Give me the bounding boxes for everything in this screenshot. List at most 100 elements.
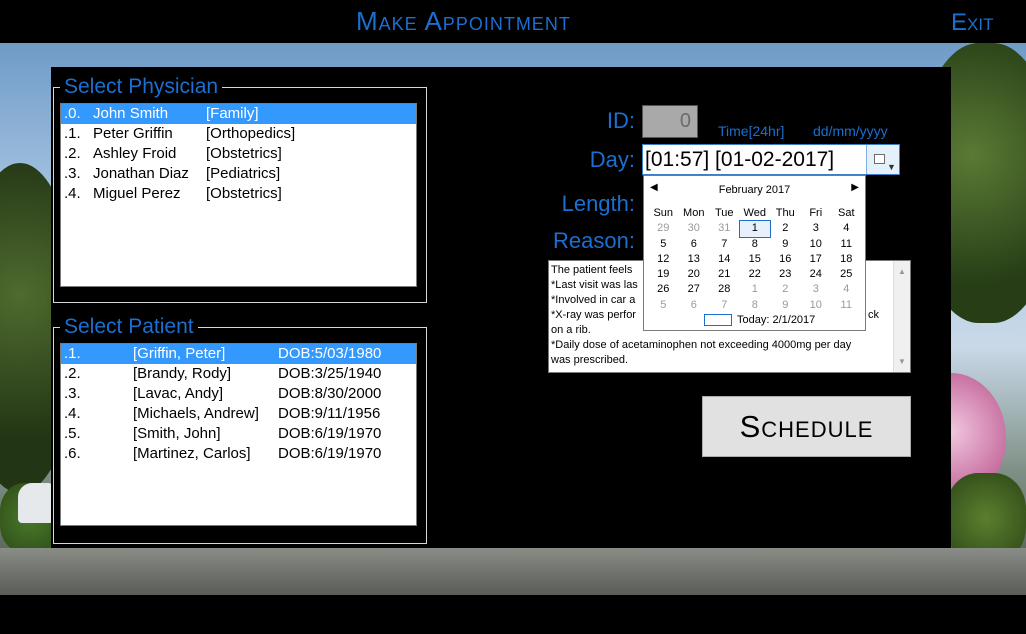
physician-name: John Smith	[93, 105, 169, 122]
calendar-day[interactable]: 8	[740, 237, 771, 252]
calendar-day[interactable]: 19	[648, 267, 679, 282]
physician-specialty: [Orthopedics]	[206, 125, 296, 142]
calendar-next-month-icon[interactable]: ▶	[851, 182, 859, 193]
calendar-day[interactable]: 3	[801, 282, 832, 297]
calendar-day[interactable]: 30	[679, 221, 710, 236]
calendar-day[interactable]: 13	[679, 252, 710, 267]
reason-scrollbar[interactable]: ▲ ▼	[893, 261, 910, 372]
patient-list-item[interactable]: .4. [Michaels, Andrew] DOB:9/11/1956	[61, 404, 416, 424]
id-label: ID:	[606, 108, 635, 133]
physician-name: Miguel Perez	[93, 185, 181, 202]
physician-name: Ashley Froid	[93, 145, 177, 162]
calendar-day[interactable]: 6	[679, 298, 710, 313]
calendar-day[interactable]: 4	[831, 282, 862, 297]
patient-list-item[interactable]: .2. [Brandy, Rody] DOB:3/25/1940	[61, 364, 416, 384]
calendar-day[interactable]: 12	[648, 252, 679, 267]
calendar-day[interactable]: 27	[679, 282, 710, 297]
calendar-day[interactable]: 5	[648, 237, 679, 252]
physician-specialty: [Family]	[206, 105, 259, 122]
calendar-weekday: Sat	[837, 207, 855, 219]
calendar-day[interactable]: 16	[770, 252, 801, 267]
background-road	[0, 548, 1026, 595]
calendar-day[interactable]: 24	[801, 267, 832, 282]
patient-name: [Brandy, Rody]	[133, 365, 232, 382]
chevron-down-icon: ▼	[887, 162, 896, 172]
calendar-day[interactable]: 6	[679, 237, 710, 252]
calendar-day[interactable]: 23	[770, 267, 801, 282]
calendar-day[interactable]: 9	[770, 298, 801, 313]
calendar-day[interactable]: 20	[679, 267, 710, 282]
patient-list-item[interactable]: .6. [Martinez, Carlos] DOB:6/19/1970	[61, 444, 416, 464]
calendar-day[interactable]: 2	[770, 282, 801, 297]
calendar-day[interactable]: 18	[831, 252, 862, 267]
calendar-popup[interactable]: ◀ February 2017 ▶ Sun Mon Tue Wed Thu Fri Sat 2…	[643, 175, 866, 331]
physician-list-item[interactable]: .0. John Smith [Family]	[61, 104, 416, 124]
schedule-button[interactable]: Schedule	[702, 396, 911, 457]
calendar-week-row: 12 13 14 15 16 17 18	[648, 252, 862, 267]
calendar-day[interactable]: 5	[648, 298, 679, 313]
patient-list-item[interactable]: .5. [Smith, John] DOB:6/19/1970	[61, 424, 416, 444]
calendar-day[interactable]: 31	[709, 221, 740, 236]
calendar-day[interactable]: 7	[709, 298, 740, 313]
day-datetime-picker[interactable]: [01:57] [01-02-2017] ▼	[642, 144, 900, 175]
day-label: Day:	[589, 147, 635, 172]
patient-index: .3.	[64, 385, 81, 402]
physician-specialty: [Obstetrics]	[206, 185, 282, 202]
calendar-weekday-row: Sun Mon Tue Wed Thu Fri Sat	[648, 206, 862, 221]
calendar-month-label[interactable]: February 2017	[644, 184, 865, 196]
calendar-day[interactable]: 8	[740, 298, 771, 313]
calendar-day[interactable]: 3	[801, 221, 832, 236]
calendar-week-row: 5 6 7 8 9 10 11	[648, 298, 862, 313]
calendar-day[interactable]: 1	[740, 282, 771, 297]
calendar-day[interactable]: 11	[831, 298, 862, 313]
calendar-day[interactable]: 2	[770, 221, 801, 236]
physician-index: .0.	[64, 105, 81, 122]
physician-legend: Select Physician	[64, 75, 219, 98]
patient-index: .6.	[64, 445, 81, 462]
physician-list-item[interactable]: .4. Miguel Perez [Obstetrics]	[61, 184, 416, 204]
calendar-dropdown-button[interactable]: ▼	[866, 145, 899, 174]
calendar-day[interactable]: 26	[648, 282, 679, 297]
scroll-down-icon[interactable]: ▼	[898, 354, 906, 369]
physician-list-item[interactable]: .3. Jonathan Diaz [Pediatrics]	[61, 164, 416, 184]
physician-list-item[interactable]: .1. Peter Griffin [Orthopedics]	[61, 124, 416, 144]
patient-name: [Smith, John]	[133, 425, 221, 442]
calendar-icon	[874, 154, 885, 164]
calendar-day[interactable]: 4	[831, 221, 862, 236]
physician-list-item[interactable]: .2. Ashley Froid [Obstetrics]	[61, 144, 416, 164]
physician-listbox[interactable]: .0. John Smith [Family] .1. Peter Griffin [Or…	[60, 103, 417, 287]
calendar-day[interactable]: 7	[709, 237, 740, 252]
calendar-day[interactable]: 21	[709, 267, 740, 282]
calendar-day[interactable]: 25	[831, 267, 862, 282]
calendar-day[interactable]: 29	[648, 221, 679, 236]
calendar-day[interactable]: 28	[709, 282, 740, 297]
calendar-day[interactable]: 17	[801, 252, 832, 267]
calendar-day[interactable]: 10	[801, 298, 832, 313]
calendar-day[interactable]: 15	[740, 252, 771, 267]
calendar-today-link[interactable]: Today: 2/1/2017	[704, 314, 815, 327]
patient-list-item[interactable]: .1. [Griffin, Peter] DOB:5/03/1980	[61, 344, 416, 364]
reason-line: was prescribed.	[551, 354, 629, 366]
physician-index: .1.	[64, 125, 81, 142]
exit-button[interactable]: Exit	[951, 9, 993, 37]
calendar-week-row: 29 30 31 1 2 3 4	[648, 220, 862, 238]
patient-index: .1.	[64, 345, 81, 362]
calendar-day[interactable]: 1	[738, 220, 771, 238]
id-field: 0	[642, 105, 698, 138]
patient-list-item[interactable]: .3. [Lavac, Andy] DOB:8/30/2000	[61, 384, 416, 404]
page-title: Make Appointment	[356, 6, 571, 36]
today-marker-icon	[704, 314, 732, 327]
patient-dob: DOB:9/11/1956	[278, 405, 381, 422]
calendar-day[interactable]: 11	[831, 237, 862, 252]
calendar-day[interactable]: 10	[801, 237, 832, 252]
calendar-day[interactable]: 9	[770, 237, 801, 252]
calendar-day[interactable]: 14	[709, 252, 740, 267]
physician-index: .3.	[64, 165, 81, 182]
background-car	[18, 483, 54, 523]
calendar-day[interactable]: 22	[740, 267, 771, 282]
patient-name: [Michaels, Andrew]	[133, 405, 259, 422]
patient-name: [Griffin, Peter]	[133, 345, 226, 362]
scroll-up-icon[interactable]: ▲	[898, 264, 906, 279]
day-value: [01:57] [01-02-2017]	[645, 148, 835, 171]
patient-listbox[interactable]: .1. [Griffin, Peter] DOB:5/03/1980 .2. [Bran…	[60, 343, 417, 526]
